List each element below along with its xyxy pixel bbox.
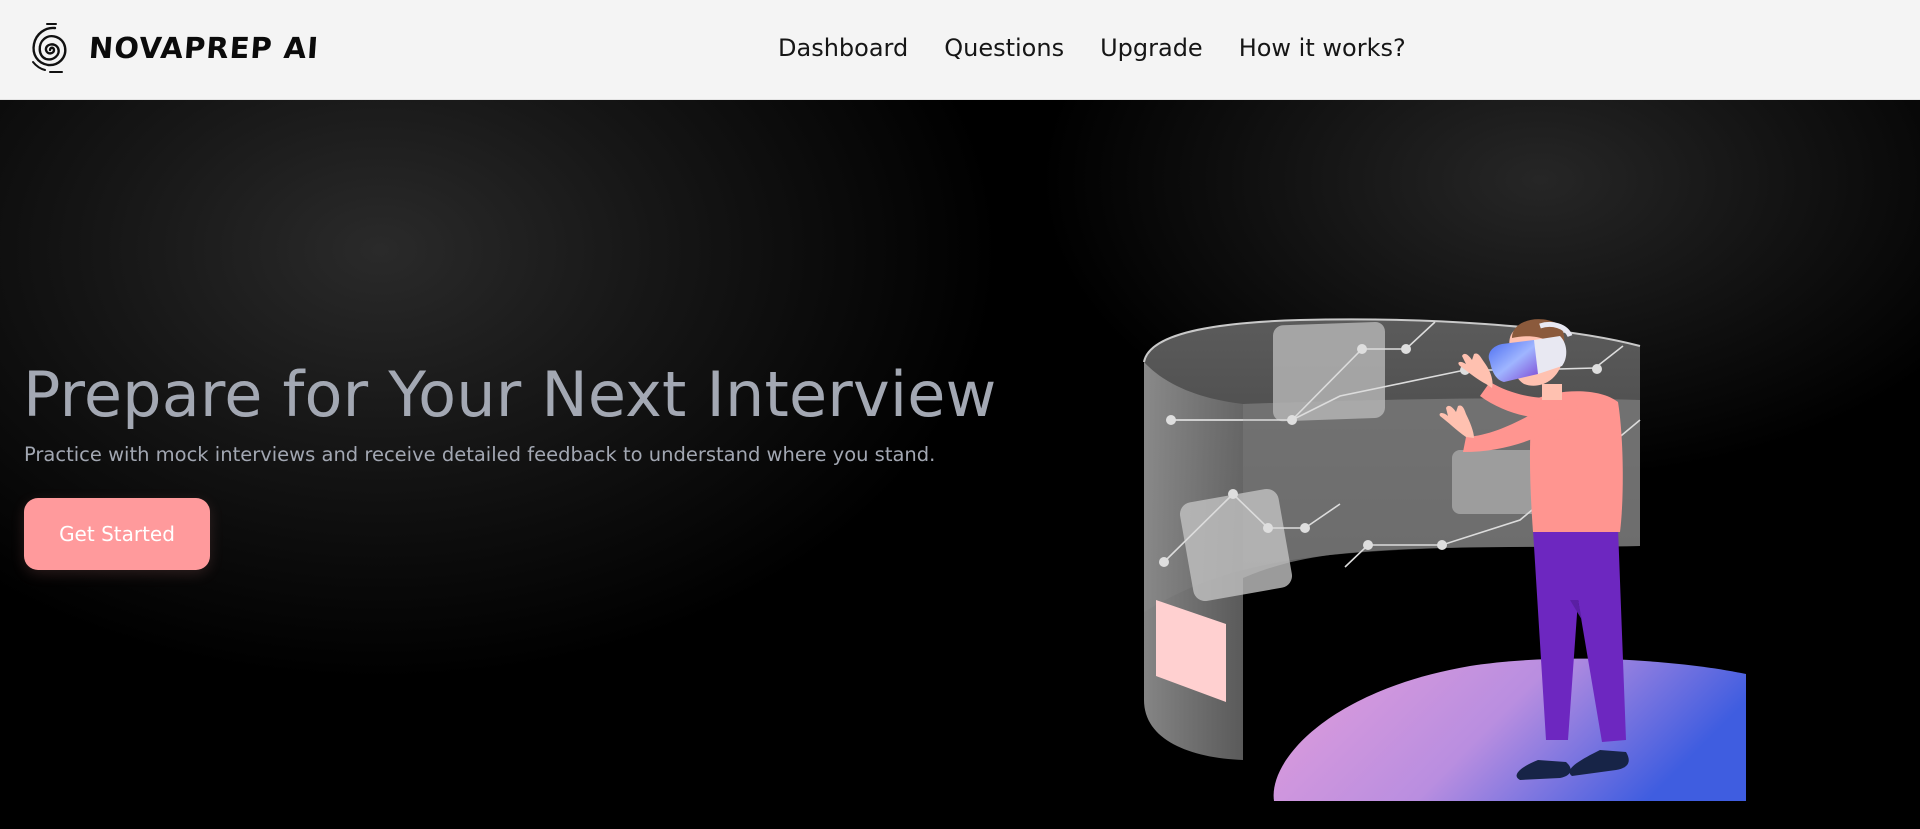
- get-started-button[interactable]: Get Started: [24, 498, 210, 570]
- nav-link-questions[interactable]: Questions: [944, 34, 1064, 62]
- hero-section: Prepare for Your Next Interview Practice…: [0, 100, 1920, 829]
- main-nav: Dashboard Questions Upgrade How it works…: [778, 0, 1406, 96]
- nav-link-dashboard[interactable]: Dashboard: [778, 34, 908, 62]
- platform-disc: [1273, 658, 1746, 801]
- brand-name: NOVAPREP AI: [87, 31, 321, 65]
- nav-link-upgrade[interactable]: Upgrade: [1100, 34, 1203, 62]
- vr-interview-illustration: [1143, 318, 1746, 801]
- hero-subhead: Practice with mock interviews and receiv…: [24, 443, 936, 466]
- top-navbar: NOVAPREP AI Dashboard Questions Upgrade …: [0, 0, 1920, 100]
- spiral-logo-icon: [32, 23, 67, 73]
- hero-headline: Prepare for Your Next Interview: [23, 358, 997, 431]
- brand[interactable]: NOVAPREP AI: [28, 20, 321, 76]
- nav-link-how-it-works[interactable]: How it works?: [1239, 34, 1406, 62]
